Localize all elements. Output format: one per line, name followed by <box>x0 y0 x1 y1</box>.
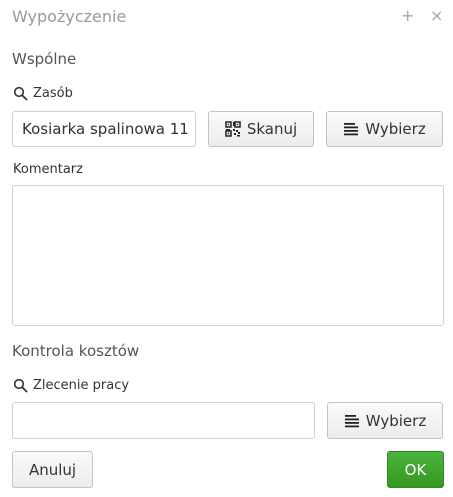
resource-label-row: Zasób <box>13 86 73 101</box>
resource-input[interactable]: Kosiarka spalinowa 11 <box>12 111 196 147</box>
choose-work-order-button-label: Wybierz <box>365 411 427 430</box>
section-title-common: Wspólne <box>12 50 77 68</box>
choose-work-order-button[interactable]: Wybierz <box>327 402 443 439</box>
choose-resource-button[interactable]: Wybierz <box>326 111 443 147</box>
qr-code-icon <box>225 121 241 137</box>
close-icon[interactable]: × <box>430 6 443 26</box>
cancel-button[interactable]: Anuluj <box>12 451 93 488</box>
choose-resource-button-label: Wybierz <box>365 120 426 138</box>
resource-label: Zasób <box>33 86 73 101</box>
section-title-costs: Kontrola kosztów <box>12 342 140 360</box>
work-order-label-row: Zlecenie pracy <box>13 378 129 393</box>
list-icon <box>343 121 359 137</box>
comment-label: Komentarz <box>13 162 83 177</box>
search-icon <box>13 378 28 393</box>
comment-textarea[interactable] <box>12 185 444 326</box>
work-order-label: Zlecenie pracy <box>33 378 130 393</box>
scan-button-label: Skanuj <box>246 120 298 138</box>
add-icon[interactable]: + <box>401 6 414 26</box>
dialog-title: Wypożyczenie <box>12 7 127 26</box>
list-icon <box>344 413 360 429</box>
scan-button[interactable]: Skanuj <box>208 111 314 147</box>
search-icon <box>13 86 28 101</box>
work-order-input[interactable] <box>12 402 315 439</box>
ok-button[interactable]: OK <box>387 451 444 488</box>
